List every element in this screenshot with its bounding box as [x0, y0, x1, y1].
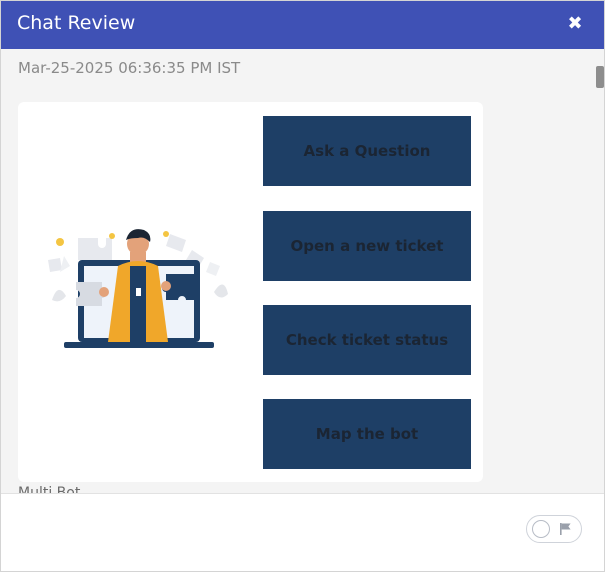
support-illustration: [48, 229, 228, 348]
modal-title: Chat Review: [17, 12, 136, 34]
chat-timestamp: Mar-25-2025 06:36:35 PM IST: [18, 59, 241, 77]
bot-message-card: Ask a Question Open a new ticket Check t…: [18, 102, 483, 482]
close-icon: ✖: [567, 13, 583, 34]
option-ask-question-button[interactable]: Ask a Question: [263, 116, 471, 186]
flag-toggle[interactable]: [526, 515, 582, 543]
scrollbar-thumb[interactable]: [596, 66, 604, 88]
option-map-bot-button[interactable]: Map the bot: [263, 399, 471, 469]
toggle-knob: [532, 520, 550, 538]
option-open-ticket-button[interactable]: Open a new ticket: [263, 211, 471, 281]
chat-content: Mar-25-2025 06:36:35 PM IST Ask a Questi…: [1, 49, 604, 493]
flag-icon: [560, 523, 571, 535]
option-check-status-button[interactable]: Check ticket status: [263, 305, 471, 375]
close-button[interactable]: ✖: [562, 11, 588, 37]
chat-review-modal: Chat Review ✖ Mar-25-2025 06:36:35 PM IS…: [0, 0, 605, 572]
modal-header: Chat Review ✖: [1, 1, 604, 49]
modal-footer: [1, 493, 604, 571]
content-scrollbar[interactable]: [594, 49, 604, 493]
bot-name-label: Multi Bot: [18, 485, 81, 493]
